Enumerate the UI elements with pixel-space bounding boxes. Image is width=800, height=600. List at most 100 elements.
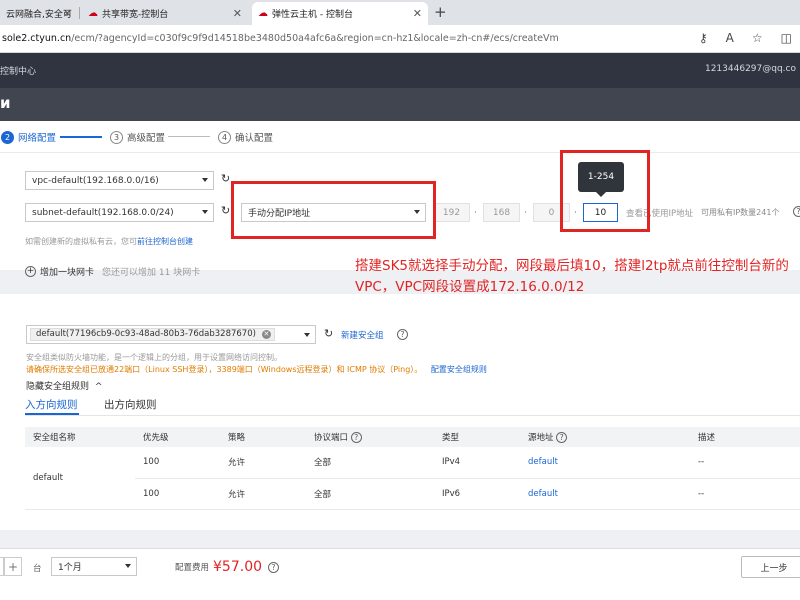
security-group-warning: 请确保所选安全组已放通22端口（Linux SSH登录），3389端口（Wind… bbox=[26, 364, 487, 375]
step-confirm-config[interactable]: 4 确认配置 bbox=[218, 130, 273, 144]
step-label: 网络配置 bbox=[18, 133, 57, 144]
chevron-down-icon bbox=[202, 210, 208, 214]
wizard-steps: 2 网络配置 3 高级配置 4 确认配置 bbox=[0, 121, 800, 153]
ip-octet-1: 192 bbox=[433, 203, 470, 222]
close-icon[interactable]: ✕ bbox=[233, 7, 242, 20]
annotation-box-ip-mode bbox=[231, 181, 436, 239]
plus-icon: + bbox=[25, 266, 36, 277]
table-cell: 100 bbox=[135, 478, 220, 510]
tab-inbound-rules[interactable]: 入方向规则 bbox=[25, 397, 78, 412]
browser-tab-bar: 云网融合,安全可 ✕ ☁ 共享带宽-控制台 ✕ ☁ 弹性云主机 - 控制台 ✕ … bbox=[0, 0, 800, 25]
available-ip-count: 可用私有IP数量241个 bbox=[701, 208, 780, 217]
split-screen-icon[interactable]: ◫ bbox=[781, 31, 792, 45]
chevron-down-icon bbox=[202, 178, 208, 182]
browser-toolbar: ⚷ A ☆ ◫ bbox=[699, 31, 792, 45]
step-label: 确认配置 bbox=[235, 133, 274, 144]
page-header: и bbox=[0, 88, 800, 121]
browser-tab-label: 共享带宽-控制台 bbox=[102, 10, 169, 20]
column-header: 安全组名称 bbox=[25, 427, 135, 447]
create-vpc-hint-text: 如需创建新的虚拟私有云，您可 bbox=[25, 237, 137, 246]
ip-dot: · bbox=[524, 208, 527, 218]
cloud-icon: ☁ bbox=[258, 8, 268, 19]
help-icon[interactable]: ? bbox=[268, 561, 280, 573]
table-cell: 允许 bbox=[220, 478, 306, 510]
refresh-icon[interactable]: ↻ bbox=[221, 172, 230, 185]
security-group-tag-label: default(77196cb9-0c93-48ad-80b3-76dab328… bbox=[36, 329, 256, 339]
table-cell: 100 bbox=[135, 447, 220, 479]
table-cell-group-name: default bbox=[25, 447, 135, 510]
fee-label: 配置费用 bbox=[175, 563, 210, 573]
add-nic-label: 增加一块网卡 bbox=[40, 268, 95, 278]
subnet-select[interactable]: subnet-default(192.168.0.0/24) bbox=[25, 203, 214, 222]
table-cell: IPv6 bbox=[434, 478, 520, 510]
ip-octet-2: 168 bbox=[483, 203, 520, 222]
chevron-down-icon bbox=[125, 564, 131, 568]
refresh-icon[interactable]: ↻ bbox=[324, 327, 333, 340]
security-group-description: 安全组类似防火墙功能，是一个逻辑上的分组，用于设置网络访问控制。 bbox=[26, 353, 282, 362]
help-icon[interactable]: ? bbox=[397, 329, 408, 340]
new-security-group-link[interactable]: 新建安全组 bbox=[341, 329, 384, 341]
new-tab-icon[interactable]: + bbox=[434, 3, 447, 21]
console-title[interactable]: 控制中心 bbox=[0, 64, 36, 77]
subnet-select-value: subnet-default(192.168.0.0/24) bbox=[32, 207, 174, 218]
url-host: sole2.ctyun.cn bbox=[2, 33, 72, 44]
column-header-label: 源地址 bbox=[528, 433, 554, 443]
vpc-select[interactable]: vpc-default(192.168.0.0/16) bbox=[25, 171, 214, 190]
quantity-increment[interactable]: + bbox=[4, 557, 22, 576]
table-cell: 允许 bbox=[220, 447, 306, 479]
table-cell: 全部 bbox=[306, 478, 434, 510]
table-row: default 100 允许 全部 IPv4 default -- bbox=[25, 447, 800, 510]
chevron-up-icon: ^ bbox=[94, 382, 103, 392]
help-icon[interactable]: ? bbox=[350, 432, 362, 443]
chevron-down-icon bbox=[304, 333, 310, 337]
page-title: и bbox=[0, 94, 11, 112]
annotation-text: 搭建SK5就选择手动分配，网段最后填10，搭建l2tp就点前往控制台新的VPC，… bbox=[355, 258, 789, 295]
ip-dot: · bbox=[474, 208, 477, 218]
step-number: 3 bbox=[110, 130, 123, 144]
column-header-label: 协议端口 bbox=[314, 433, 349, 443]
star-icon[interactable]: ☆ bbox=[752, 31, 763, 45]
config-rules-link[interactable]: 配置安全组规则 bbox=[431, 365, 487, 374]
duration-value: 1个月 bbox=[58, 563, 82, 573]
column-header: 协议端口 ? bbox=[306, 427, 434, 447]
security-group-select[interactable]: default(77196cb9-0c93-48ad-80b3-76dab328… bbox=[26, 325, 316, 344]
step-network-config[interactable]: 2 网络配置 bbox=[1, 130, 56, 144]
browser-tab-1[interactable]: 云网融合,安全可 ✕ bbox=[0, 2, 78, 25]
read-aloud-icon[interactable]: A bbox=[726, 31, 734, 45]
table-cell-source-link[interactable]: default bbox=[520, 447, 690, 479]
help-icon[interactable]: ? bbox=[556, 432, 568, 443]
add-nic[interactable]: + 增加一块网卡 您还可以增加 11 块网卡 bbox=[25, 265, 200, 278]
security-group-tag: default(77196cb9-0c93-48ad-80b3-76dab328… bbox=[30, 328, 275, 341]
step-connector bbox=[60, 136, 102, 138]
table-cell-source-link[interactable]: default bbox=[520, 478, 690, 510]
refresh-icon[interactable]: ↻ bbox=[221, 204, 230, 217]
browser-tab-label: 弹性云主机 - 控制台 bbox=[272, 10, 353, 20]
vpc-select-value: vpc-default(192.168.0.0/16) bbox=[32, 175, 159, 186]
duration-select[interactable]: 1个月 bbox=[51, 557, 137, 576]
browser-tab-2[interactable]: ☁ 共享带宽-控制台 ✕ bbox=[82, 2, 248, 25]
address-bar[interactable]: sole2.ctyun.cn/ecm/?agencyId=c030f9c9f9d… bbox=[0, 25, 800, 53]
key-icon[interactable]: ⚷ bbox=[699, 31, 708, 45]
console-header: 控制中心 1213446297@qq.co bbox=[0, 53, 800, 88]
close-icon[interactable]: ✕ bbox=[261, 330, 271, 339]
column-header: 描述 bbox=[690, 427, 800, 447]
tab-divider bbox=[25, 415, 800, 416]
browser-tab-3[interactable]: ☁ 弹性云主机 - 控制台 ✕ bbox=[252, 2, 428, 25]
account-name[interactable]: 1213446297@qq.co bbox=[705, 64, 796, 74]
step-advanced-config[interactable]: 3 高级配置 bbox=[110, 130, 165, 144]
tab-outbound-rules[interactable]: 出方向规则 bbox=[104, 397, 157, 412]
table-cell: IPv4 bbox=[434, 447, 520, 479]
close-icon[interactable]: ✕ bbox=[413, 7, 422, 20]
hide-rules-toggle[interactable]: 隐藏安全组规则 ^ bbox=[26, 379, 102, 392]
quantity-unit: 台 bbox=[33, 564, 42, 574]
previous-step-button[interactable]: 上一步 bbox=[741, 556, 800, 578]
config-fee: 配置费用 ¥57.00 ? bbox=[175, 559, 280, 575]
table-cell: -- bbox=[690, 447, 800, 479]
column-header: 优先级 bbox=[135, 427, 220, 447]
url-text[interactable]: sole2.ctyun.cn/ecm/?agencyId=c030f9c9f9d… bbox=[2, 33, 559, 44]
help-icon[interactable]: ? bbox=[793, 206, 800, 217]
create-vpc-link[interactable]: 前往控制台创建 bbox=[137, 237, 193, 246]
step-number: 4 bbox=[218, 130, 231, 144]
close-icon[interactable]: ✕ bbox=[63, 7, 72, 20]
step-connector bbox=[168, 136, 210, 137]
